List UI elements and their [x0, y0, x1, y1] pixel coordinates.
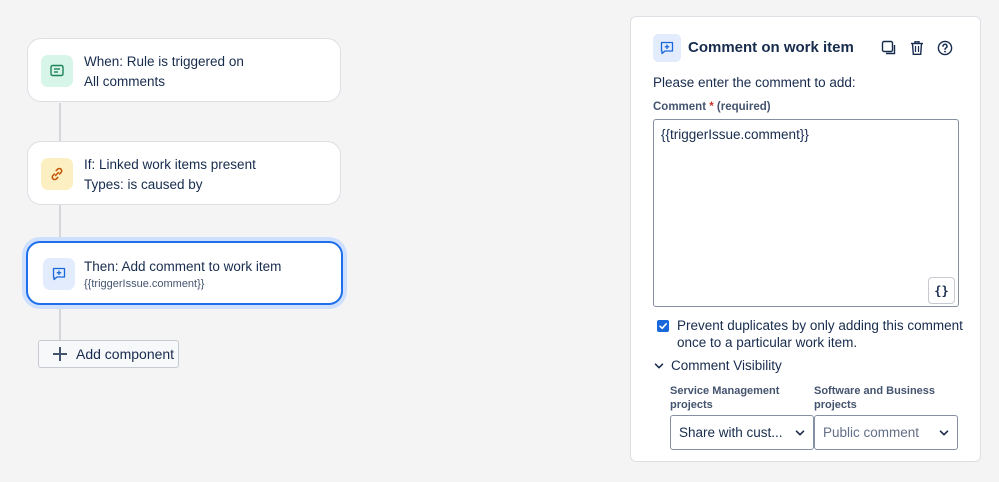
condition-detail: Types: is caused by — [84, 177, 203, 192]
chevron-down-icon — [795, 428, 805, 438]
add-comment-icon — [43, 258, 75, 290]
add-component-label: Add component — [76, 346, 175, 362]
action-title: Then: Add comment to work item — [84, 259, 282, 274]
chevron-down-icon — [652, 359, 666, 373]
comment-textarea[interactable]: {{triggerIssue.comment}} — [653, 119, 959, 307]
flow-connector — [59, 103, 61, 141]
help-icon[interactable] — [936, 39, 954, 57]
action-config-panel: Comment on work item Please enter the co… — [630, 16, 981, 462]
required-text: (required) — [716, 101, 771, 113]
comment-icon — [41, 55, 73, 87]
service-management-label: Service Management projects — [670, 385, 780, 411]
trigger-detail: All comments — [84, 74, 166, 89]
comment-field-label: Comment * (required) — [653, 101, 771, 113]
service-management-value: Share with cust... — [679, 425, 783, 440]
flow-connector — [59, 205, 61, 242]
trash-icon[interactable] — [908, 39, 926, 57]
required-asterisk: * — [709, 101, 714, 113]
add-comment-icon — [653, 34, 681, 62]
action-card[interactable]: Then: Add comment to work item {{trigger… — [26, 241, 343, 305]
duplicate-icon[interactable] — [880, 39, 898, 57]
service-management-select[interactable]: Share with cust... — [670, 415, 814, 450]
prevent-duplicates-checkbox[interactable] — [657, 320, 669, 332]
plus-icon — [53, 347, 67, 361]
software-business-label: Software and Business projects — [814, 385, 936, 411]
panel-instructions: Please enter the comment to add: — [653, 75, 856, 90]
condition-title: If: Linked work items present — [84, 157, 256, 172]
trigger-title: When: Rule is triggered on — [84, 54, 244, 69]
trigger-card[interactable]: When: Rule is triggered on All comments — [27, 38, 341, 102]
add-component-button[interactable]: Add component — [38, 340, 179, 368]
action-detail: {{triggerIssue.comment}} — [84, 278, 205, 290]
panel-title: Comment on work item — [688, 39, 854, 56]
software-business-value: Public comment — [823, 425, 920, 440]
condition-card[interactable]: If: Linked work items present Types: is … — [27, 141, 341, 205]
prevent-duplicates-label[interactable]: Prevent duplicates by only adding this c… — [677, 317, 967, 351]
chevron-down-icon — [939, 428, 949, 438]
flow-connector — [59, 305, 61, 341]
comment-visibility-toggle[interactable]: Comment Visibility — [652, 358, 782, 373]
smart-values-button[interactable]: {} — [928, 277, 955, 304]
software-business-select[interactable]: Public comment — [814, 415, 958, 450]
link-icon — [41, 158, 73, 190]
comment-visibility-label: Comment Visibility — [671, 358, 782, 373]
checkmark-icon — [659, 323, 667, 330]
